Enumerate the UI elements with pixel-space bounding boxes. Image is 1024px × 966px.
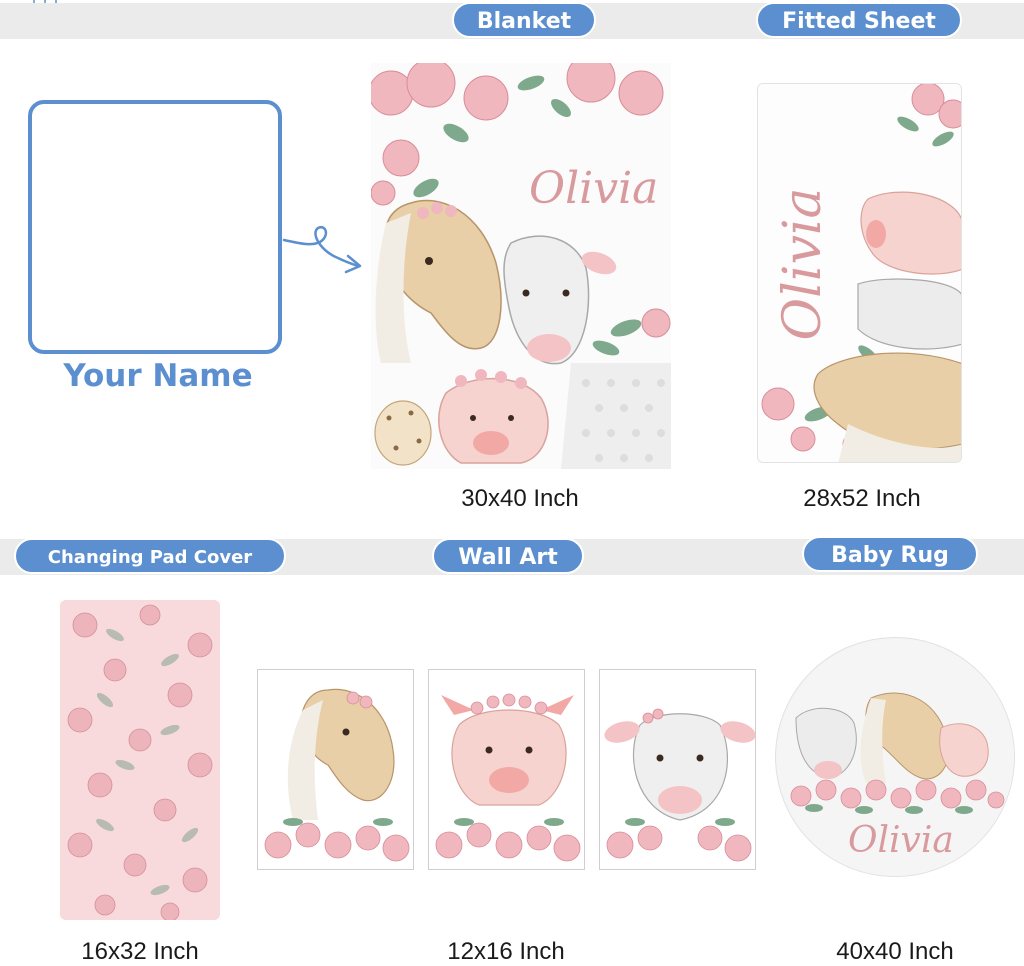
blanket-image: Olivia xyxy=(371,63,671,469)
name-placeholder-box xyxy=(28,100,282,354)
blanket-size: 30x40 Inch xyxy=(461,485,579,512)
changing-pad-size: 16x32 Inch xyxy=(81,938,199,965)
fitted-sheet-image: Olivia xyxy=(757,83,962,463)
fitted-sheet-label: Fitted Sheet xyxy=(756,2,962,38)
curly-arrow-icon xyxy=(282,222,364,284)
baby-rug-image: Olivia xyxy=(775,637,1015,877)
baby-rug-label: Baby Rug xyxy=(802,536,978,572)
wall-art-horse-image xyxy=(257,669,414,870)
changing-pad-label: Changing Pad Cover xyxy=(14,538,286,574)
wall-art-size: 12x16 Inch xyxy=(447,938,565,965)
wall-art-pig-image xyxy=(428,669,585,870)
wall-art-label: Wall Art xyxy=(432,538,584,574)
blanket-name: Olivia xyxy=(529,163,659,214)
fitted-sheet-size: 28x52 Inch xyxy=(803,485,921,512)
your-name-caption: Your Name xyxy=(63,358,253,394)
baby-rug-name: Olivia xyxy=(848,820,954,861)
wall-art-cow-image xyxy=(599,669,756,870)
fitted-sheet-name: Olivia xyxy=(773,187,833,341)
changing-pad-image xyxy=(60,600,220,920)
baby-rug-size: 40x40 Inch xyxy=(836,938,954,965)
blanket-label: Blanket xyxy=(452,2,596,38)
